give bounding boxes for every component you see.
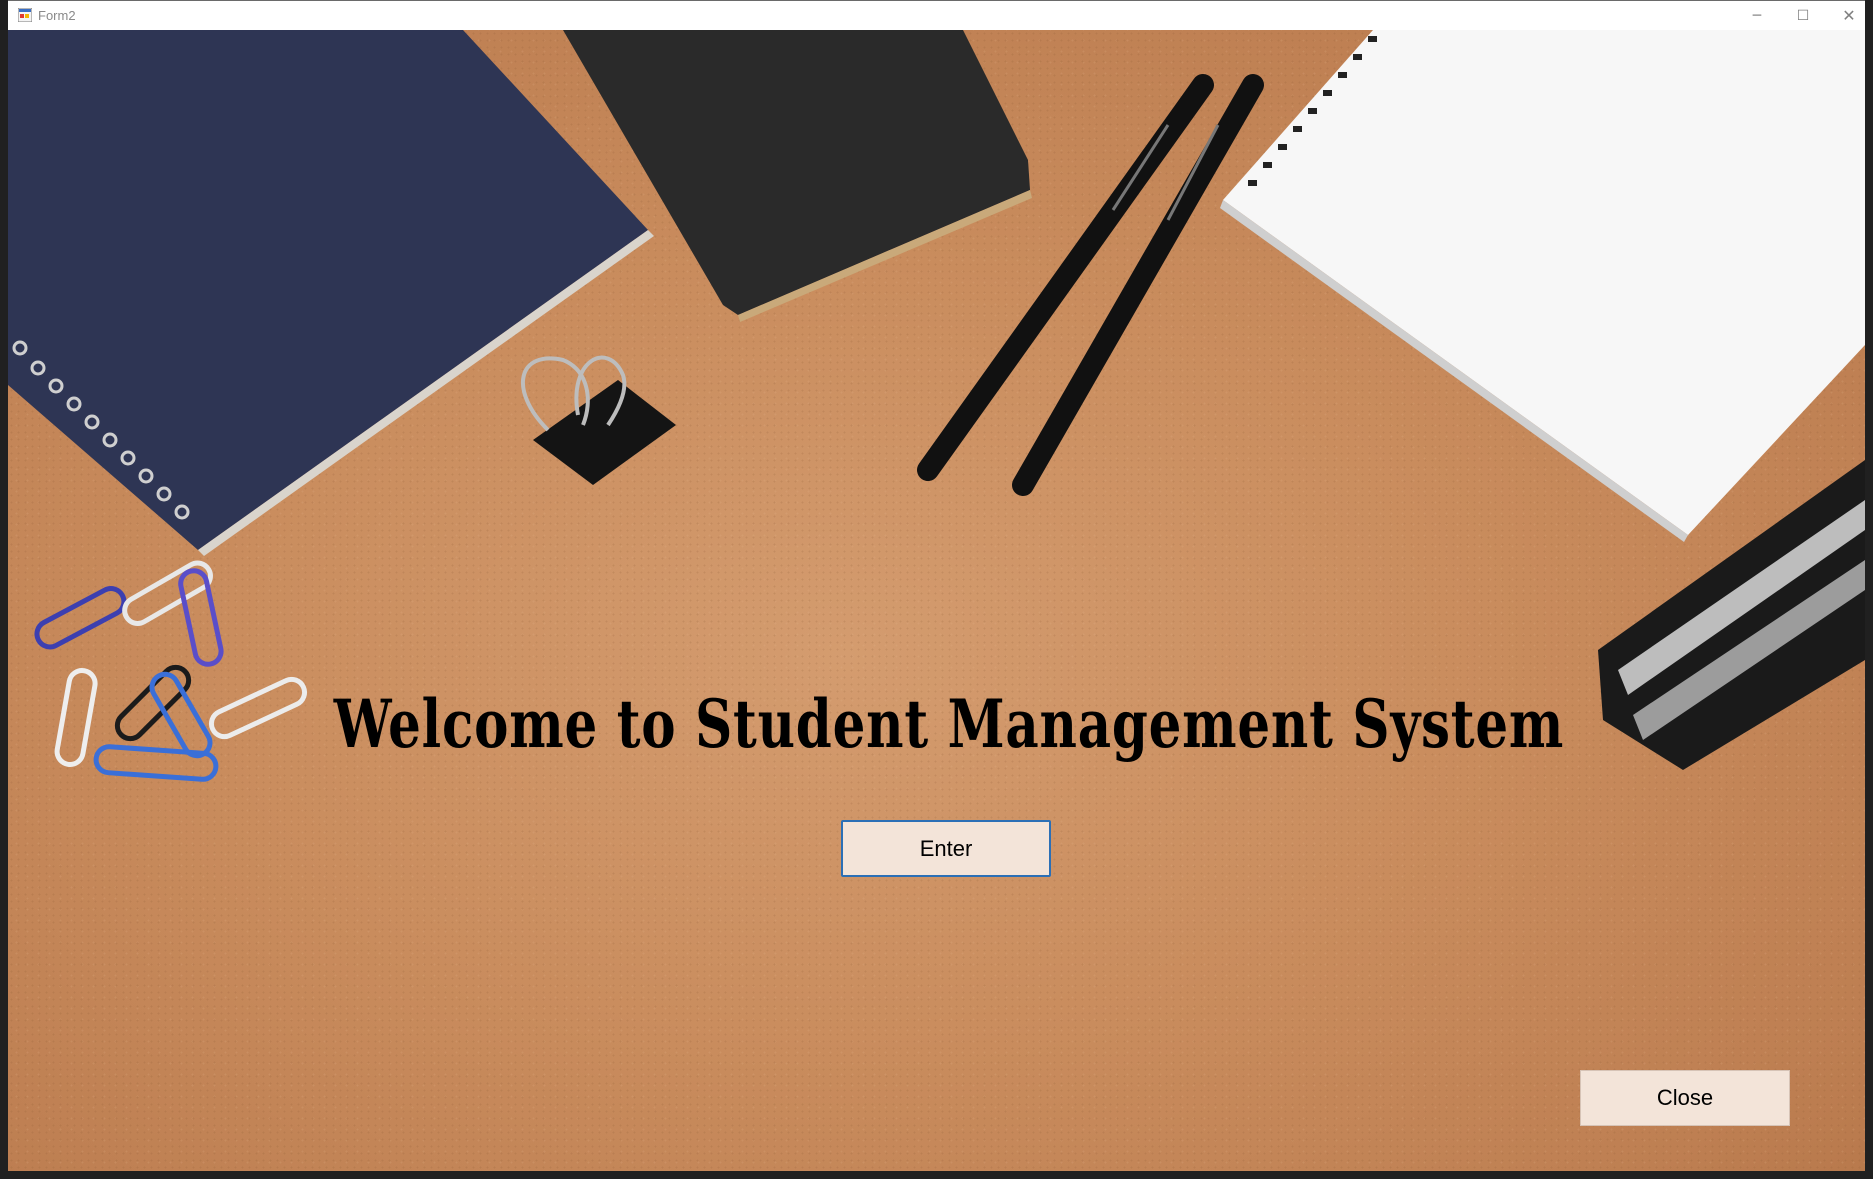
minimize-button[interactable]: ─ — [1734, 1, 1780, 30]
binder-clip — [520, 355, 676, 485]
blue-notebook — [8, 30, 654, 556]
welcome-heading: Welcome to Student Management System — [333, 685, 1565, 763]
window-title: Form2 — [38, 8, 76, 23]
title-bar[interactable]: Form2 ─ ☐ ✕ — [8, 0, 1865, 30]
minimize-icon: ─ — [1752, 7, 1762, 24]
black-notebook — [563, 30, 1032, 322]
close-icon: ✕ — [1842, 6, 1856, 25]
app-window: Form2 ─ ☐ ✕ Welcome to Student Managemen… — [0, 0, 1873, 1179]
form-client-area: Welcome to Student Management System Ent… — [8, 30, 1865, 1171]
maximize-icon: ☐ — [1796, 7, 1810, 24]
form-icon — [18, 8, 32, 22]
window-close-button[interactable]: ✕ — [1826, 1, 1872, 30]
close-button[interactable]: Close — [1580, 1070, 1790, 1126]
white-spiral-notepad — [1220, 30, 1865, 542]
enter-button[interactable]: Enter — [841, 820, 1051, 877]
maximize-button[interactable]: ☐ — [1780, 1, 1826, 30]
background-image — [8, 30, 1865, 782]
